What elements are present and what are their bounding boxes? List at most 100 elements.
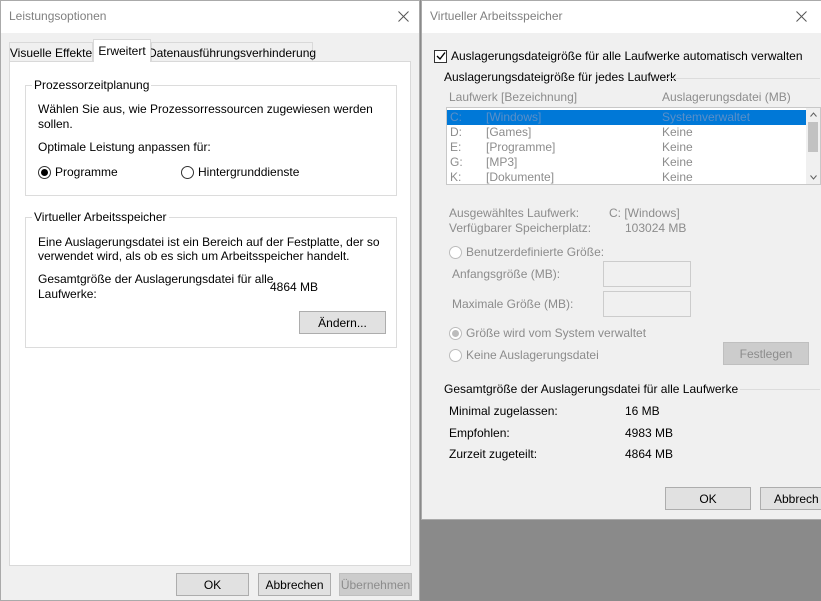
vm-total-label-line1: Gesamtgröße der Auslagerungsdatei für al… xyxy=(38,272,274,286)
advanced-tab-panel: Prozessorzeitplanung Wählen Sie aus, wie… xyxy=(9,61,411,566)
processor-scheduling-group: Prozessorzeitplanung Wählen Sie aus, wie… xyxy=(25,78,397,196)
radio-label: Benutzerdefinierte Größe: xyxy=(466,245,605,259)
ok-button[interactable]: OK xyxy=(665,487,751,510)
cancel-button[interactable]: Abbrechen xyxy=(258,573,331,596)
min-allowed-label: Minimal zugelassen: xyxy=(449,404,558,418)
radio-indicator xyxy=(449,326,462,340)
drive-letter: D: xyxy=(450,125,462,139)
close-icon xyxy=(795,10,807,22)
min-allowed-value: 16 MB xyxy=(625,404,660,418)
scroll-up-button[interactable] xyxy=(806,108,820,121)
free-space-value: 103024 MB xyxy=(625,221,687,235)
selected-drive-value: C: [Windows] xyxy=(609,206,680,220)
auto-manage-checkbox[interactable]: Auslagerungsdateigröße für alle Laufwerk… xyxy=(434,49,803,63)
recommended-label: Empfohlen: xyxy=(449,426,510,440)
performance-options-window: Leistungsoptionen Visuelle Effekte Erwei… xyxy=(0,0,420,601)
drive-list-scrollbar[interactable] xyxy=(806,108,820,184)
max-size-input[interactable] xyxy=(603,291,691,317)
radio-label: Programme xyxy=(55,165,118,179)
group-title: Prozessorzeitplanung xyxy=(32,78,152,92)
cpu-description-line1: Wählen Sie aus, wie Prozessorressourcen … xyxy=(38,102,373,116)
drive-label: [Dokumente] xyxy=(486,170,555,184)
checkmark-icon xyxy=(436,52,446,61)
close-icon xyxy=(397,10,409,22)
title-bar[interactable]: Virtueller Arbeitsspeicher xyxy=(422,1,821,33)
drive-letter: C: xyxy=(450,110,462,124)
dialog-buttons: OK Abbrechen Übernehmen xyxy=(1,566,419,600)
virtual-memory-group: Virtueller Arbeitsspeicher Eine Auslager… xyxy=(25,210,397,348)
radio-background-services[interactable]: Hintergrunddienste xyxy=(181,165,299,179)
radio-indicator xyxy=(181,165,194,179)
tab-advanced[interactable]: Erweitert xyxy=(93,39,151,62)
drive-pagefile: Systemverwaltet xyxy=(662,110,751,124)
scroll-thumb[interactable] xyxy=(808,122,818,152)
cpu-description-line2: sollen. xyxy=(38,117,73,131)
radio-system-managed[interactable]: Größe wird vom System verwaltet xyxy=(449,326,646,340)
radio-custom-size[interactable]: Benutzerdefinierte Größe: xyxy=(449,245,604,259)
close-button[interactable] xyxy=(781,1,821,31)
vm-description-line1: Eine Auslagerungsdatei ist ein Bereich a… xyxy=(38,235,380,249)
group-title: Virtueller Arbeitsspeicher xyxy=(32,210,169,224)
window-title: Leistungsoptionen xyxy=(9,9,107,23)
vm-total-label-line2: Laufwerke: xyxy=(38,287,97,301)
tab-label: Visuelle Effekte xyxy=(9,45,93,60)
vm-total-value: 4864 MB xyxy=(270,280,319,294)
close-button[interactable] xyxy=(383,1,423,31)
radio-label: Keine Auslagerungsdatei xyxy=(466,348,599,362)
drive-label: [Windows] xyxy=(486,110,542,124)
drive-pagefile: Keine xyxy=(662,155,693,169)
max-size-label: Maximale Größe (MB): xyxy=(452,297,574,311)
tab-label: Erweitert xyxy=(98,44,146,58)
drive-letter: K: xyxy=(450,170,462,184)
initial-size-label: Anfangsgröße (MB): xyxy=(452,267,561,281)
free-space-label: Verfügbarer Speicherplatz: xyxy=(449,221,592,235)
radio-label: Hintergrunddienste xyxy=(198,165,300,179)
set-button[interactable]: Festlegen xyxy=(723,342,809,365)
drive-list[interactable]: C: [Windows] Systemverwaltet D: [Games] … xyxy=(446,107,821,185)
radio-no-pagefile[interactable]: Keine Auslagerungsdatei xyxy=(449,348,599,362)
title-bar[interactable]: Leistungsoptionen xyxy=(1,1,419,33)
separator xyxy=(662,78,820,79)
apply-button[interactable]: Übernehmen xyxy=(339,573,412,596)
separator xyxy=(740,389,820,390)
drive-pagefile: Keine xyxy=(662,140,693,154)
drive-label: [Programme] xyxy=(486,140,556,154)
drive-pagefile: Keine xyxy=(662,170,693,184)
checkbox-box xyxy=(434,49,447,63)
tab-dep[interactable]: Datenausführungsverhinderung xyxy=(147,42,317,62)
initial-size-input[interactable] xyxy=(603,261,691,287)
scroll-down-button[interactable] xyxy=(806,171,820,184)
radio-indicator xyxy=(449,348,462,362)
radio-label: Größe wird vom System verwaltet xyxy=(466,326,647,340)
drive-letter: E: xyxy=(450,140,462,154)
radio-indicator xyxy=(449,245,462,259)
radio-programs[interactable]: Programme xyxy=(38,165,118,179)
per-drive-title: Auslagerungsdateigröße für jedes Laufwer… xyxy=(444,70,677,84)
tab-visual-effects[interactable]: Visuelle Effekte xyxy=(9,42,93,62)
drive-label: [Games] xyxy=(486,125,532,139)
drive-letter: G: xyxy=(450,155,463,169)
drive-row[interactable]: K: [Dokumente] Keine xyxy=(447,170,808,184)
radio-indicator xyxy=(38,165,51,179)
checkbox-label: Auslagerungsdateigröße für alle Laufwerk… xyxy=(451,49,803,63)
allocated-value: 4864 MB xyxy=(625,447,674,461)
virtual-memory-window: Virtueller Arbeitsspeicher Auslagerungsd… xyxy=(421,0,821,520)
vm-description-line2: verwendet wird, als ob es sich um Arbeit… xyxy=(38,249,350,263)
drive-row[interactable]: C: [Windows] Systemverwaltet xyxy=(447,110,808,125)
tab-label: Datenausführungsverhinderung xyxy=(147,45,317,60)
window-title: Virtueller Arbeitsspeicher xyxy=(430,9,563,23)
drive-label: [MP3] xyxy=(486,155,518,169)
chevron-down-icon xyxy=(809,175,817,180)
column-pagefile: Auslagerungsdatei (MB) xyxy=(662,90,791,104)
ok-button[interactable]: OK xyxy=(176,573,249,596)
drive-row[interactable]: E: [Programme] Keine xyxy=(447,140,808,155)
cancel-button[interactable]: Abbrech xyxy=(760,487,821,510)
change-button[interactable]: Ändern... xyxy=(299,311,386,334)
column-drive: Laufwerk [Bezeichnung] xyxy=(449,90,578,104)
allocated-label: Zurzeit zugeteilt: xyxy=(449,447,538,461)
drive-row[interactable]: D: [Games] Keine xyxy=(447,125,808,140)
adjust-label: Optimale Leistung anpassen für: xyxy=(38,140,211,154)
totals-title: Gesamtgröße der Auslagerungsdatei für al… xyxy=(444,382,739,396)
chevron-up-icon xyxy=(809,112,817,117)
drive-row[interactable]: G: [MP3] Keine xyxy=(447,155,808,170)
